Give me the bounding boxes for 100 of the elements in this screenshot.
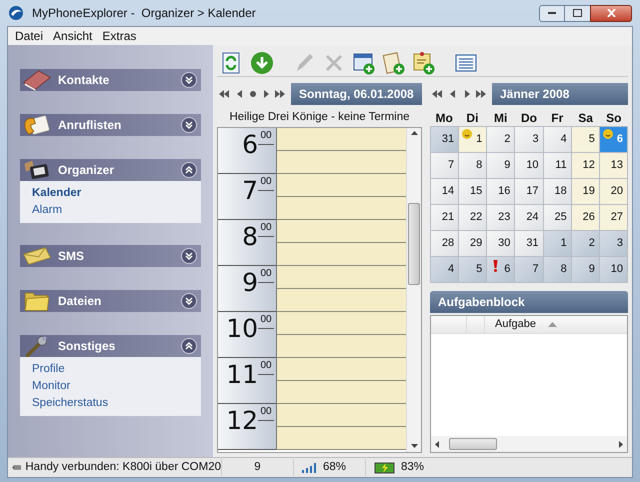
calendar-day[interactable]: 4	[431, 257, 460, 283]
scroll-thumb[interactable]	[449, 438, 497, 450]
close-button[interactable]	[590, 4, 632, 22]
calendar-day[interactable]: 6	[600, 127, 628, 153]
menu-item[interactable]: Datei	[15, 27, 44, 45]
calendar-day[interactable]: 8	[459, 153, 488, 179]
calendar-day[interactable]: 10	[600, 257, 628, 283]
calendar-day[interactable]: 7	[431, 153, 460, 179]
calendar-day[interactable]: 22	[459, 205, 488, 231]
day-number: 1	[560, 236, 567, 251]
calendar-day[interactable]: 8	[544, 257, 572, 283]
book-icon	[22, 69, 52, 91]
collapse-icon[interactable]	[181, 338, 197, 354]
calendar-day[interactable]: 25	[544, 205, 572, 231]
expand-icon[interactable]	[181, 248, 197, 264]
group-header[interactable]: Dateien	[20, 290, 201, 312]
time-slot[interactable]	[277, 266, 406, 290]
group-header[interactable]: Organizer	[20, 159, 201, 181]
calendar-day[interactable]: 7	[515, 257, 544, 283]
calendar-day[interactable]: 9	[572, 257, 600, 283]
time-slot[interactable]	[277, 243, 406, 266]
calendar-day[interactable]: 26	[572, 205, 600, 231]
calendar-day[interactable]: 4	[544, 127, 572, 153]
time-slot[interactable]	[277, 220, 406, 244]
time-slot[interactable]	[277, 151, 406, 174]
time-slot[interactable]	[277, 289, 406, 312]
time-slot[interactable]	[277, 197, 406, 220]
expand-icon[interactable]	[181, 293, 197, 309]
calendar-day[interactable]: 27	[600, 205, 628, 231]
vertical-scrollbar[interactable]	[406, 128, 421, 452]
time-slot[interactable]	[277, 312, 406, 336]
calendar-day[interactable]: 18	[544, 179, 572, 205]
calendar-day[interactable]: 12	[572, 153, 600, 179]
navigation-arrows-icon[interactable]	[430, 89, 488, 99]
time-slot[interactable]	[277, 335, 406, 358]
time-slot[interactable]	[277, 358, 406, 382]
calendar-day[interactable]: 31	[515, 231, 544, 257]
group-header[interactable]: SMS	[20, 245, 201, 267]
calendar-day[interactable]: 3	[515, 127, 544, 153]
expand-icon[interactable]	[181, 117, 197, 133]
calendar-day[interactable]: 31	[431, 127, 460, 153]
hour-label: 12	[226, 406, 258, 438]
calendar-day[interactable]: 9	[487, 153, 516, 179]
message-count: 9	[254, 460, 261, 475]
calendar-day[interactable]: 24	[515, 205, 544, 231]
time-slot[interactable]	[277, 427, 406, 450]
clipboard-add-button[interactable]	[381, 50, 407, 76]
calendar-day[interactable]: 2	[487, 127, 516, 153]
hour-label: 6	[242, 130, 258, 162]
group-header[interactable]: Anruflisten	[20, 114, 201, 136]
sidebar-link[interactable]: Speicherstatus	[32, 395, 189, 412]
calendar-day[interactable]: 20	[600, 179, 628, 205]
collapse-icon[interactable]	[181, 162, 197, 178]
date-header: Sonntag, 06.01.2008	[291, 83, 422, 105]
calendar-day[interactable]: 11	[544, 153, 572, 179]
calendar-day[interactable]: 28	[431, 231, 460, 257]
sidebar-link[interactable]: Alarm	[32, 202, 189, 219]
calendar-day[interactable]: 29	[459, 231, 488, 257]
time-slot[interactable]	[277, 381, 406, 404]
sidebar-link[interactable]: Kalender	[32, 185, 189, 202]
calendar-day[interactable]: 3	[600, 231, 628, 257]
calendar-day[interactable]: 13	[600, 153, 628, 179]
sidebar-link[interactable]: Monitor	[32, 378, 189, 395]
calendar-day[interactable]: 1	[544, 231, 572, 257]
calendar-day[interactable]: 14	[431, 179, 460, 205]
horizontal-scrollbar[interactable]	[431, 436, 627, 452]
group-header[interactable]: Sonstiges	[20, 335, 201, 357]
calendar-day[interactable]: 5	[459, 257, 488, 283]
calendar-day[interactable]: 23	[487, 205, 516, 231]
calendar-day[interactable]: 5	[572, 127, 600, 153]
calendar-day[interactable]: 15	[459, 179, 488, 205]
scroll-thumb[interactable]	[408, 203, 420, 286]
day-number: 16	[498, 184, 510, 199]
calendar-day[interactable]: 1	[459, 127, 488, 153]
note-add-button[interactable]	[411, 50, 437, 76]
calendar-day[interactable]: 6	[487, 257, 516, 283]
calendar-day[interactable]: 30	[487, 231, 516, 257]
menu-item[interactable]: Extras	[102, 27, 136, 45]
calendar-day[interactable]: 17	[515, 179, 544, 205]
time-slot[interactable]	[277, 128, 406, 152]
menu-item[interactable]: Ansicht	[53, 27, 92, 45]
calendar-day[interactable]: 21	[431, 205, 460, 231]
day-number: 1	[476, 132, 482, 147]
calendar-day[interactable]: 16	[487, 179, 516, 205]
note-add-icon	[412, 50, 436, 74]
time-slot[interactable]	[277, 404, 406, 428]
navigation-arrows-icon[interactable]	[217, 89, 287, 99]
calendar-day[interactable]: 2	[572, 231, 600, 257]
connection-status: Handy verbunden: K800i über COM20	[25, 460, 221, 475]
time-slot[interactable]	[277, 174, 406, 198]
maximize-button[interactable]	[565, 4, 590, 22]
calendar-day[interactable]: 19	[572, 179, 600, 205]
group-header[interactable]: Kontakte	[20, 69, 201, 91]
calendar-day[interactable]: 10	[515, 153, 544, 179]
minute-label: 00	[258, 314, 274, 330]
download-button[interactable]	[249, 50, 275, 76]
sidebar-link[interactable]: Profile	[32, 361, 189, 378]
minimize-button[interactable]	[539, 4, 565, 22]
expand-icon[interactable]	[181, 72, 197, 88]
group-title: SMS	[58, 248, 84, 265]
